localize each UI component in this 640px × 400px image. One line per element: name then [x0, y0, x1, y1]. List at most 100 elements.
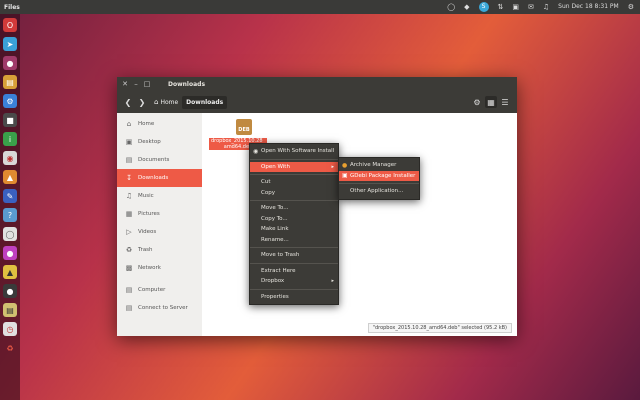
- trash-icon: ♻: [125, 246, 133, 254]
- clock-app-icon[interactable]: ◷: [3, 322, 17, 336]
- menu-item-archive-manager[interactable]: ● Archive Manager: [339, 160, 419, 171]
- clock[interactable]: Sun Dec 18 8:31 PM: [558, 0, 619, 14]
- menu-separator: [250, 288, 338, 290]
- software-install-icon: ◉: [253, 147, 259, 155]
- close-icon[interactable]: ✕: [121, 80, 129, 88]
- trash-launcher-icon[interactable]: ♻: [3, 341, 17, 355]
- menu-separator: [339, 183, 419, 184]
- menu-item-label: Make Link: [261, 226, 289, 233]
- menu-item-copy-to[interactable]: Copy To...: [250, 214, 338, 225]
- menu-item-properties[interactable]: Properties: [250, 292, 338, 303]
- sidebar-item-documents[interactable]: ▤ Documents: [117, 151, 202, 169]
- menu-item-label: Move to Trash: [261, 252, 300, 259]
- vlc-icon[interactable]: ▲: [3, 170, 17, 184]
- grid-view-icon[interactable]: ▦: [485, 96, 497, 108]
- documents-icon: ▤: [125, 156, 133, 164]
- linux-icon[interactable]: ▲: [3, 265, 17, 279]
- menu-item-label: Other Application...: [350, 188, 404, 195]
- context-menu: ◉ Open With Software Install Open With ▸…: [249, 143, 339, 305]
- gear-icon[interactable]: ⚙: [471, 96, 483, 108]
- menu-item-gdebi[interactable]: ▣ GDebi Package Installer: [339, 170, 419, 181]
- network-indicator-icon[interactable]: ⇅: [498, 0, 504, 14]
- sidebar-item-label: Desktop: [138, 139, 161, 145]
- app-purple-icon[interactable]: ●: [3, 246, 17, 260]
- train-icon[interactable]: ▣: [512, 0, 519, 14]
- maximize-icon[interactable]: □: [143, 80, 151, 88]
- toolbar-right: ⚙ ▦ ☰: [471, 96, 511, 108]
- dropbox-icon[interactable]: ◆: [464, 0, 469, 14]
- menu-item-copy[interactable]: Copy: [250, 188, 338, 199]
- sidebar-item-music[interactable]: ♫ Music: [117, 187, 202, 205]
- menu-item-label: Cut: [261, 179, 271, 186]
- menu-item-open-software-install[interactable]: ◉ Open With Software Install: [250, 146, 338, 157]
- sidebar-item-trash[interactable]: ♻ Trash: [117, 241, 202, 259]
- steam-icon[interactable]: ●: [3, 284, 17, 298]
- menu-item-label: Properties: [261, 293, 289, 300]
- menu-item-other-application[interactable]: Other Application...: [339, 186, 419, 197]
- network-icon: ▩: [125, 264, 133, 272]
- sidebar-item-network[interactable]: ▩ Network: [117, 259, 202, 277]
- menu-item-cut[interactable]: Cut: [250, 177, 338, 188]
- opera-icon[interactable]: O: [3, 18, 17, 32]
- volume-icon[interactable]: ♫: [543, 0, 549, 14]
- gdebi-icon: ▣: [342, 172, 348, 180]
- text-editor-icon[interactable]: ✎: [3, 189, 17, 203]
- breadcrumb-home-label: Home: [160, 98, 179, 106]
- menu-item-label: Dropbox: [261, 278, 285, 285]
- notes-icon[interactable]: ▤: [3, 303, 17, 317]
- home-icon: ⌂: [154, 98, 159, 106]
- menu-separator: [250, 247, 338, 248]
- videos-icon: ▷: [126, 228, 132, 236]
- forward-button[interactable]: ❯: [136, 96, 148, 108]
- breadcrumb-downloads[interactable]: Downloads: [182, 95, 228, 109]
- minimize-icon[interactable]: –: [132, 80, 140, 88]
- breadcrumb-home[interactable]: ⌂ Home: [150, 96, 182, 109]
- sidebar-item-label: Computer: [138, 287, 166, 293]
- lightbulb-icon[interactable]: ◯: [447, 0, 455, 14]
- sidebar-item-label: Network: [138, 265, 161, 271]
- menu-item-label: GDebi Package Installer: [350, 172, 416, 179]
- sidebar-item-pictures[interactable]: ▦ Pictures: [117, 205, 202, 223]
- menu-item-make-link[interactable]: Make Link: [250, 224, 338, 235]
- skype-icon[interactable]: S: [478, 2, 489, 12]
- sidebar-item-downloads[interactable]: ↧ Downloads: [117, 169, 202, 187]
- menu-item-label: Open With: [261, 163, 290, 170]
- sidebar-item-desktop[interactable]: ▣ Desktop: [117, 133, 202, 151]
- disk-icon[interactable]: ◯: [3, 227, 17, 241]
- info-icon[interactable]: i: [3, 132, 17, 146]
- sidebar-item-home[interactable]: ⌂ Home: [117, 115, 202, 133]
- menu-item-move-to-trash[interactable]: Move to Trash: [250, 250, 338, 261]
- menu-item-rename[interactable]: Rename...: [250, 235, 338, 246]
- indicators: ◯ ◆ S ⇅ ▣ ✉ ♫ Sun Dec 18 8:31 PM ⚙: [447, 0, 634, 14]
- back-button[interactable]: ❮: [122, 96, 134, 108]
- terminal-icon[interactable]: ■: [3, 113, 17, 127]
- menu-item-extract-here[interactable]: Extract Here: [250, 266, 338, 277]
- sidebar-item-computer[interactable]: ▤ Computer: [117, 281, 202, 299]
- sidebar-item-videos[interactable]: ▷ Videos: [117, 223, 202, 241]
- menu-item-dropbox[interactable]: Dropbox ▸: [250, 276, 338, 287]
- app-icon[interactable]: ●: [3, 56, 17, 70]
- home-icon: ⌂: [126, 120, 132, 128]
- sidebar-item-label: Documents: [138, 157, 170, 163]
- menu-item-open-with[interactable]: Open With ▸: [250, 161, 338, 172]
- sidebar-item-label: Pictures: [138, 211, 160, 217]
- menu-item-label: Copy: [261, 189, 275, 196]
- mail-icon[interactable]: ✉: [528, 0, 534, 14]
- menu-item-label: Open With Software Install: [261, 148, 335, 155]
- archive-manager-icon: ●: [342, 161, 348, 169]
- pictures-icon: ▦: [125, 210, 133, 218]
- chrome-icon[interactable]: ◉: [3, 151, 17, 165]
- sidebar-item-connect-server[interactable]: ▤ Connect to Server: [117, 299, 202, 317]
- toolbar: ❮ ❯ ⌂ Home Downloads ⚙ ▦ ☰: [117, 91, 517, 113]
- power-icon[interactable]: ⚙: [628, 0, 634, 14]
- telegram-icon[interactable]: ➤: [3, 37, 17, 51]
- list-view-icon[interactable]: ☰: [499, 96, 511, 108]
- menu-separator: [250, 200, 338, 201]
- menu-item-label: Extract Here: [261, 267, 296, 274]
- server-icon: ▤: [125, 304, 133, 312]
- settings-app-icon[interactable]: ⚙: [3, 94, 17, 108]
- sidebar-item-label: Connect to Server: [138, 305, 188, 311]
- files-icon[interactable]: ▤: [3, 75, 17, 89]
- help-icon[interactable]: ?: [3, 208, 17, 222]
- menu-item-move-to[interactable]: Move To...: [250, 203, 338, 214]
